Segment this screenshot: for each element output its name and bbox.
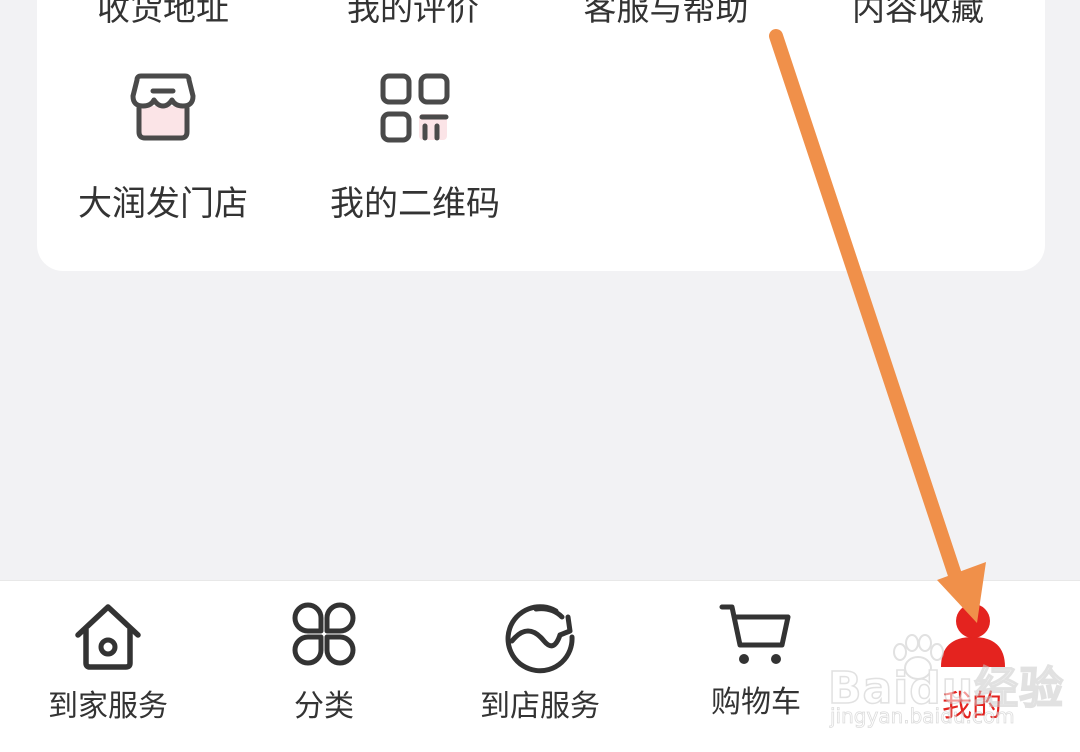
feature-content-favorites[interactable]: 内容收藏 bbox=[852, 0, 984, 30]
profile-icon bbox=[941, 604, 1005, 667]
in-store-icon bbox=[505, 604, 575, 674]
tab-profile[interactable]: 我的 bbox=[864, 581, 1080, 752]
tab-in-store-label: 到店服务 bbox=[480, 689, 600, 724]
feature-store-label: 大润发门店 bbox=[78, 184, 248, 224]
cart-icon bbox=[719, 604, 791, 664]
tab-cart[interactable]: 购物车 bbox=[648, 581, 864, 752]
feature-store[interactable]: 大润发门店 bbox=[53, 72, 273, 225]
feature-qr-code-label: 我的二维码 bbox=[330, 184, 500, 224]
tab-home-delivery-label: 到家服务 bbox=[48, 689, 168, 724]
bottom-tab-bar: 到家服务 分类 到店服务 购物车 我的 bbox=[0, 580, 1080, 752]
category-icon bbox=[292, 602, 356, 666]
features-top-row: 收货地址 我的评价 客服与帮助 内容收藏 bbox=[0, 0, 1080, 28]
feature-shipping-address[interactable]: 收货地址 bbox=[97, 0, 229, 30]
tab-cart-label: 购物车 bbox=[711, 685, 801, 720]
feature-my-reviews[interactable]: 我的评价 bbox=[347, 0, 479, 30]
feature-qr-code[interactable]: 我的二维码 bbox=[305, 72, 525, 225]
tab-home-delivery[interactable]: 到家服务 bbox=[0, 581, 216, 752]
home-icon bbox=[75, 604, 141, 670]
tab-category[interactable]: 分类 bbox=[216, 581, 432, 752]
qr-code-icon bbox=[380, 73, 450, 143]
tab-in-store[interactable]: 到店服务 bbox=[432, 581, 648, 752]
tab-category-label: 分类 bbox=[294, 689, 354, 724]
tab-profile-label: 我的 bbox=[942, 689, 1002, 724]
store-icon bbox=[130, 73, 196, 141]
feature-customer-service[interactable]: 客服与帮助 bbox=[584, 0, 749, 30]
